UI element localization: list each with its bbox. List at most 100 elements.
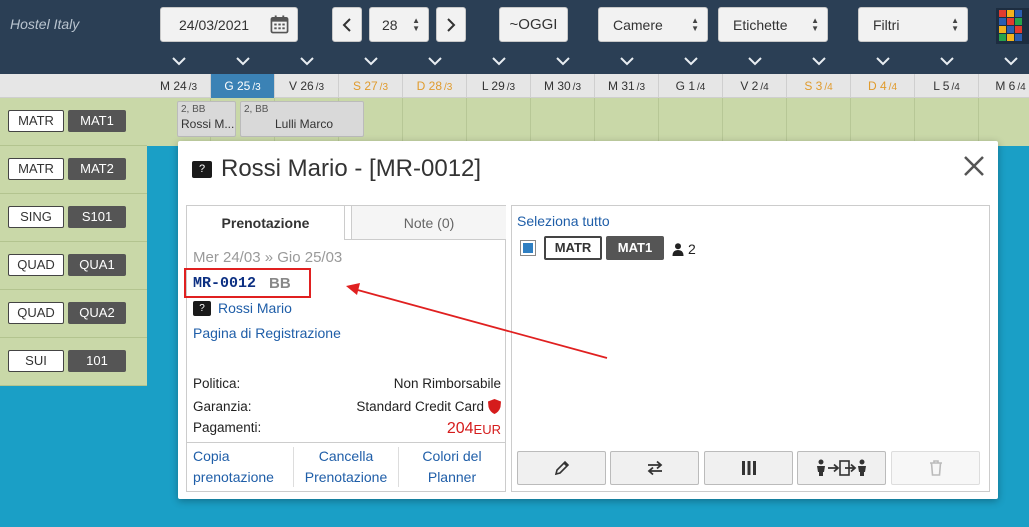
- room-type-badge[interactable]: QUAD: [8, 302, 64, 324]
- guest-count-value: 2: [688, 241, 696, 257]
- month-label: /4: [824, 82, 833, 93]
- room-code-badge[interactable]: 101: [68, 350, 126, 372]
- modal-title-text: Rossi Mario - [MR-0012]: [221, 155, 482, 182]
- chevron-down-icon[interactable]: [747, 53, 763, 69]
- room-code-badge[interactable]: MAT2: [68, 158, 126, 180]
- chevron-down-icon[interactable]: [555, 53, 571, 69]
- payments-label: Pagamenti:: [193, 420, 262, 435]
- day-header-row: M 24/3 G 25/3 V 26/3 S 27/3 D 28/3 L 29/3 M 30…: [0, 74, 1029, 98]
- reservation-code: MR-0012: [193, 275, 257, 292]
- day-header-cell[interactable]: M 31/3: [595, 74, 659, 98]
- split-booking-button[interactable]: [704, 451, 793, 485]
- room-type-badge[interactable]: MATR: [8, 110, 64, 132]
- delete-button[interactable]: [891, 451, 980, 485]
- days-select[interactable]: 28 ▲ ▼: [369, 7, 429, 42]
- day-header-cell[interactable]: V 2/4: [723, 74, 787, 98]
- day-header-cell[interactable]: S 3/4: [787, 74, 851, 98]
- day-header-cell[interactable]: M 6/4: [979, 74, 1029, 98]
- day-header-cell[interactable]: D 4/4: [851, 74, 915, 98]
- day-label: L 5: [933, 79, 950, 93]
- cancel-booking-link[interactable]: Cancella Prenotazione: [294, 443, 398, 492]
- chevron-down-icon[interactable]: [171, 53, 187, 69]
- swap-room-button[interactable]: [610, 451, 699, 485]
- booking-block[interactable]: 2, BB Rossi M...: [177, 101, 236, 137]
- day-header-cell[interactable]: L 29/3: [467, 74, 531, 98]
- day-header-cell[interactable]: D 28/3: [403, 74, 467, 98]
- chevron-down-icon[interactable]: [811, 53, 827, 69]
- month-label: /3: [379, 82, 389, 93]
- move-guests-icon: [816, 459, 866, 476]
- month-label: /3: [188, 82, 198, 93]
- planner-colors-link[interactable]: Colori del Planner: [399, 443, 505, 492]
- rate-plan: BB: [269, 275, 291, 292]
- booking-block[interactable]: 2, BB Lulli Marco: [240, 101, 364, 137]
- chevron-down-icon[interactable]: [427, 53, 443, 69]
- chevron-down-icon[interactable]: [235, 53, 251, 69]
- guest-name: Rossi Mario: [218, 300, 292, 316]
- date-input[interactable]: 24/03/2021: [160, 7, 298, 42]
- filters-dropdown[interactable]: Filtri ▲ ▼: [858, 7, 968, 42]
- day-header-cell[interactable]: G 25/3: [211, 74, 275, 98]
- room-code-badge[interactable]: MAT1: [68, 110, 126, 132]
- move-guests-button[interactable]: [797, 451, 886, 485]
- day-label: V 26: [288, 79, 314, 93]
- room-type-badge[interactable]: SING: [8, 206, 64, 228]
- room-code-badge[interactable]: S101: [68, 206, 126, 228]
- rooms-dropdown[interactable]: Camere ▲ ▼: [598, 7, 708, 42]
- month-label: /3: [252, 82, 261, 93]
- room-code-badge[interactable]: QUA2: [68, 302, 126, 324]
- tab-notes[interactable]: Note (0): [351, 206, 506, 240]
- top-toolbar: Hostel Italy 24/03/2021 28 ▲ ▼ ~OGGI Came…: [0, 0, 1029, 48]
- day-header-cell[interactable]: S 27/3: [339, 74, 403, 98]
- day-label: S 3: [804, 79, 823, 93]
- chevron-down-icon[interactable]: [875, 53, 891, 69]
- day-header-cell[interactable]: L 5/4: [915, 74, 979, 98]
- copy-booking-link[interactable]: Copia prenotazione: [193, 443, 293, 492]
- guest-count: 2: [672, 241, 696, 257]
- room-checkbox[interactable]: [520, 240, 536, 256]
- day-expand-row: [0, 48, 1029, 74]
- day-header-cell[interactable]: M 24/3: [147, 74, 211, 98]
- select-arrows-icon: ▲ ▼: [811, 16, 819, 33]
- day-label: D 28: [416, 79, 442, 93]
- labels-dropdown[interactable]: Etichette ▲ ▼: [718, 7, 828, 42]
- day-header-cell[interactable]: G 1/4: [659, 74, 723, 98]
- color-grid-logo-icon[interactable]: [996, 8, 1029, 44]
- room-row: SING S101: [0, 194, 147, 242]
- select-all-link[interactable]: Seleziona tutto: [517, 213, 610, 229]
- prev-period-button[interactable]: [332, 7, 362, 42]
- chevron-down-icon[interactable]: [299, 53, 315, 69]
- room-row: SUI 101: [0, 338, 147, 386]
- chevron-down-icon[interactable]: [939, 53, 955, 69]
- room-type-badge[interactable]: MATR: [8, 158, 64, 180]
- grid-line: [402, 98, 403, 146]
- guarantee-row: Garanzia: Standard Credit Card: [193, 399, 501, 414]
- edit-button[interactable]: [517, 451, 606, 485]
- room-code-badge[interactable]: QUA1: [68, 254, 126, 276]
- month-label: /3: [636, 82, 646, 93]
- today-button[interactable]: ~OGGI: [499, 7, 568, 42]
- room-column: MATR MAT1 MATR MAT2 SING S101 QUAD QUA1 QUAD QUA2…: [0, 98, 147, 386]
- guest-link[interactable]: ? Rossi Mario: [193, 300, 292, 316]
- chevron-down-icon[interactable]: [1003, 53, 1019, 69]
- room-type-badge[interactable]: SUI: [8, 350, 64, 372]
- chevron-down-icon[interactable]: [683, 53, 699, 69]
- booking-info: 2, BB: [244, 104, 269, 115]
- policy-label: Politica:: [193, 376, 241, 391]
- calendar-icon[interactable]: [270, 15, 289, 34]
- chevron-down-icon[interactable]: [619, 53, 635, 69]
- room-type-badge[interactable]: QUAD: [8, 254, 64, 276]
- guest-unknown-icon: ?: [193, 300, 211, 316]
- payments-value[interactable]: 204 EUR: [447, 420, 501, 438]
- close-icon[interactable]: [962, 154, 986, 178]
- grid-line: [466, 98, 467, 146]
- pencil-icon: [554, 460, 569, 476]
- chevron-down-icon[interactable]: [491, 53, 507, 69]
- next-period-button[interactable]: [436, 7, 466, 42]
- day-header-cell[interactable]: V 26/3: [275, 74, 339, 98]
- tab-booking[interactable]: Prenotazione: [187, 206, 345, 240]
- registration-page-link[interactable]: Pagina di Registrazione: [193, 325, 341, 341]
- chevron-down-icon[interactable]: [363, 53, 379, 69]
- day-header-cell[interactable]: M 30/3: [531, 74, 595, 98]
- booking-panel: Prenotazione Note (0) Mer 24/03 » Gio 25…: [184, 205, 506, 492]
